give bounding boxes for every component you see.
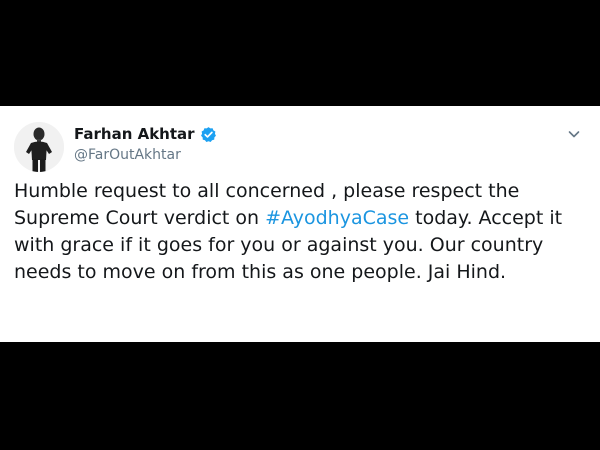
avatar[interactable] <box>14 122 64 172</box>
tweet-card: Farhan Akhtar @FarOutAkhtar Humble reque… <box>0 106 600 342</box>
author-name-row: Farhan Akhtar <box>74 125 217 143</box>
hashtag-link[interactable]: #AyodhyaCase <box>265 207 409 229</box>
chevron-down-icon[interactable] <box>566 126 582 142</box>
tweet-text: Humble request to all concerned , please… <box>14 178 586 286</box>
screenshot-stage: Farhan Akhtar @FarOutAkhtar Humble reque… <box>0 0 600 450</box>
author-handle[interactable]: @FarOutAkhtar <box>74 147 181 163</box>
verified-badge-icon <box>200 126 217 143</box>
avatar-image <box>14 122 64 172</box>
author-display-name[interactable]: Farhan Akhtar <box>74 125 195 143</box>
